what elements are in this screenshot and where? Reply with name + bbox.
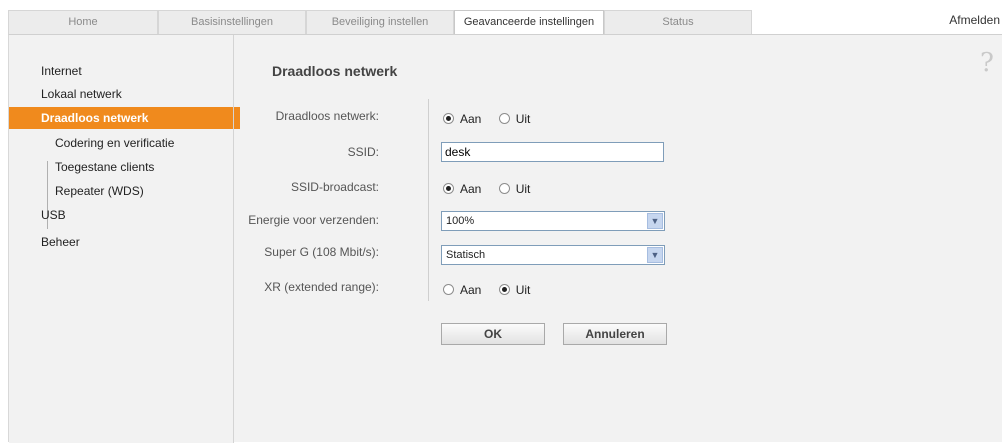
- page-title: Draadloos netwerk: [272, 63, 398, 79]
- super-g-label: Super G (108 Mbit/s):: [264, 245, 379, 259]
- ssid-broadcast-label: SSID-broadcast:: [290, 180, 379, 194]
- xr-radio-group: Aan Uit: [443, 282, 544, 300]
- wireless-off-radio[interactable]: [498, 113, 510, 125]
- help-question-icon[interactable]: ?: [976, 49, 998, 77]
- wireless-radio-group: Aan Uit: [443, 111, 544, 129]
- main-tab-bar: Home Basisinstellingen Beveiliging inste…: [8, 10, 1002, 34]
- tab-home[interactable]: Home: [8, 10, 158, 34]
- logout-link[interactable]: Afmelden: [949, 13, 1000, 27]
- wireless-off-label: Uit: [515, 111, 531, 126]
- tx-power-value: 100%: [446, 215, 475, 227]
- sidebar-item-internet[interactable]: Internet: [9, 60, 239, 82]
- xr-on-label: Aan: [460, 282, 482, 297]
- xr-off-label: Uit: [515, 282, 531, 297]
- ssid-input[interactable]: [441, 142, 664, 162]
- ssid-broadcast-on-label: Aan: [460, 181, 482, 196]
- sidebar-item-codering-en-verificatie[interactable]: Codering en verificatie: [9, 132, 239, 154]
- cancel-button[interactable]: Annuleren: [563, 323, 667, 345]
- chevron-down-icon[interactable]: ▼: [647, 247, 663, 263]
- wireless-label: Draadloos netwerk:: [275, 109, 379, 123]
- tab-geavanceerde-instellingen[interactable]: Geavanceerde instellingen: [454, 10, 604, 34]
- xr-off-radio[interactable]: [498, 284, 510, 296]
- ssid-label: SSID:: [347, 145, 379, 159]
- ok-button[interactable]: OK: [441, 323, 545, 345]
- xr-label: XR (extended range):: [264, 280, 379, 294]
- tab-status[interactable]: Status: [604, 10, 752, 34]
- content-frame: Internet Lokaal netwerk Draadloos netwer…: [8, 34, 1002, 443]
- sidebar-item-draadloos-netwerk[interactable]: Draadloos netwerk: [9, 107, 240, 129]
- wireless-on-label: Aan: [460, 111, 482, 126]
- super-g-value: Statisch: [446, 249, 486, 261]
- ssid-broadcast-off-radio[interactable]: [498, 183, 510, 195]
- sidebar-item-repeater-wds[interactable]: Repeater (WDS): [9, 180, 239, 202]
- super-g-select[interactable]: Statisch ▼: [441, 245, 665, 265]
- ssid-broadcast-radio-group: Aan Uit: [443, 181, 544, 199]
- tx-power-label: Energie voor verzenden:: [248, 213, 379, 227]
- wireless-on-radio[interactable]: [443, 113, 454, 125]
- sidebar-divider: [233, 35, 234, 443]
- ssid-broadcast-off-label: Uit: [515, 181, 531, 196]
- sidebar-item-lokaal-netwerk[interactable]: Lokaal netwerk: [9, 83, 239, 105]
- ssid-broadcast-on-radio[interactable]: [443, 183, 454, 195]
- chevron-down-icon[interactable]: ▼: [647, 213, 663, 229]
- form-separator: [428, 99, 429, 301]
- tab-beveiliging-instellen[interactable]: Beveiliging instellen: [306, 10, 454, 34]
- tx-power-select[interactable]: 100% ▼: [441, 211, 665, 231]
- sidebar-item-toegestane-clients[interactable]: Toegestane clients: [9, 156, 239, 178]
- sidebar: Internet Lokaal netwerk Draadloos netwer…: [9, 35, 240, 443]
- xr-on-radio[interactable]: [443, 284, 454, 296]
- sidebar-item-usb[interactable]: USB: [9, 204, 239, 226]
- tab-basisinstellingen[interactable]: Basisinstellingen: [158, 10, 306, 34]
- sidebar-item-beheer[interactable]: Beheer: [9, 231, 239, 253]
